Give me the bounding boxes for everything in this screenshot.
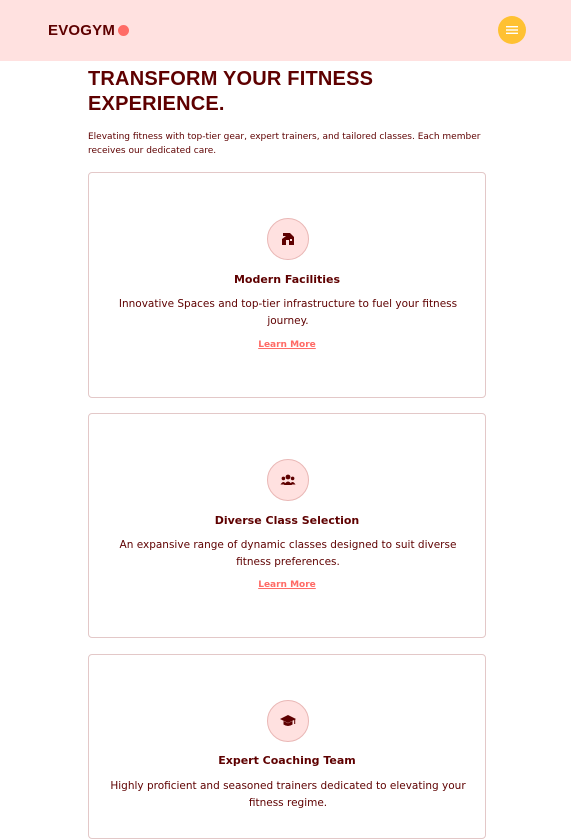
user-group-icon: [280, 474, 296, 485]
page-title: TRANSFORM YOUR FITNESS EXPERIENCE.: [88, 68, 374, 115]
card-title: Modern Facilities: [233, 273, 341, 286]
learn-more-link[interactable]: Learn More: [89, 340, 485, 350]
logo-text: EVOGYM: [48, 22, 116, 39]
benefit-card-expert-coaching: Expert Coaching Team Highly proficient a…: [88, 654, 486, 839]
card-description: Highly proficient and seasoned trainers …: [110, 780, 466, 809]
card-description: An expansive range of dynamic classes de…: [119, 539, 457, 568]
benefit-card-diverse-classes: Diverse Class Selection An expansive ran…: [88, 413, 486, 638]
card-title: Diverse Class Selection: [214, 514, 360, 527]
page-description: Elevating fitness with top-tier gear, ex…: [88, 132, 481, 156]
logo-dot: [118, 25, 130, 36]
learn-more-link[interactable]: Learn More: [89, 580, 485, 590]
benefit-icon-container: [267, 459, 309, 501]
benefit-card-modern-facilities: Modern Facilities Innovative Spaces and …: [88, 172, 486, 398]
logo[interactable]: EVOGYM: [48, 22, 130, 39]
navbar: EVOGYM: [0, 0, 571, 61]
academic-cap-icon: [280, 715, 296, 726]
benefit-icon-container: [267, 700, 309, 742]
card-description: Innovative Spaces and top-tier infrastru…: [118, 298, 458, 327]
card-title: Expert Coaching Team: [218, 754, 356, 767]
benefit-icon-container: [267, 218, 309, 260]
hamburger-menu-icon: [506, 26, 518, 34]
menu-button[interactable]: [498, 16, 526, 44]
home-modern-icon: [282, 233, 294, 245]
